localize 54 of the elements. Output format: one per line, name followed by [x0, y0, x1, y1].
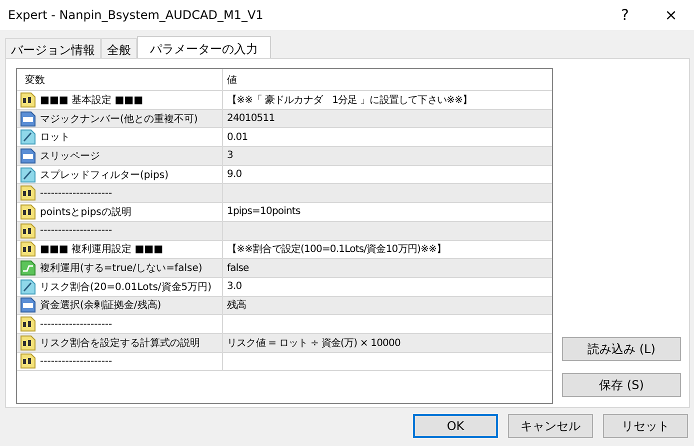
integer-type-icon: [20, 110, 36, 127]
tab[interactable]: バージョン情報: [5, 38, 101, 58]
integer-type-icon: [20, 148, 36, 164]
variable-name: リスク割合(20=0.01Lots/資金5万円): [40, 280, 212, 294]
decimal-type-icon: [20, 129, 36, 146]
variable-value: 24010511: [227, 113, 275, 124]
text-type-icon: [20, 222, 36, 239]
variable-value: 0.01: [227, 132, 248, 143]
text-type-icon: [20, 316, 36, 332]
variable-value: 1pips=10points: [227, 206, 300, 218]
variable-name: pointsとpipsの説明: [40, 206, 132, 219]
variable-value: 【※※割合で設定(100=0.1Lots/資金10万円)※※】: [227, 242, 446, 256]
variable-name: --------------------: [40, 188, 112, 199]
side-button[interactable]: 読み込み (L): [562, 337, 681, 361]
text-type-icon: [20, 185, 36, 202]
variable-value: 9.0: [227, 169, 242, 180]
variable-name: スリッページ: [40, 150, 100, 163]
dialog-button[interactable]: OK: [413, 414, 498, 438]
variable-name: --------------------: [40, 225, 112, 236]
variable-name: スプレッドフィルター(pips): [40, 168, 168, 182]
variable-name: --------------------: [40, 356, 112, 367]
decimal-type-icon: [20, 166, 36, 183]
variable-value: 【※※「 豪ドルカナダ 1分足 」に設置して下さい※※】: [227, 94, 472, 107]
dialog-button[interactable]: リセット: [603, 414, 688, 438]
column-header: 変数: [24, 74, 46, 88]
variable-value: false: [227, 262, 249, 274]
window-title: Expert - Nanpin_Bsystem_AUDCAD_M1_V1: [8, 8, 264, 22]
text-type-icon: [20, 241, 36, 258]
text-type-icon: [20, 353, 36, 370]
variable-name: 複利運用(する=true/しない=false): [40, 262, 202, 276]
variable-value: 残高: [227, 298, 246, 312]
variable-value: 3: [227, 150, 233, 162]
variable-name: --------------------: [40, 318, 112, 330]
variable-name: ■■■ 基本設定 ■■■: [40, 94, 144, 107]
tab[interactable]: 全般: [101, 38, 137, 58]
close-button[interactable]: ×: [648, 6, 694, 24]
help-button[interactable]: ?: [602, 6, 648, 24]
integer-type-icon: [20, 297, 36, 314]
variable-value: リスク値 = ロット ÷ 資金(万) × 10000: [227, 336, 400, 350]
dialog-button[interactable]: キャンセル: [508, 414, 593, 438]
text-type-icon: [20, 204, 36, 220]
variable-name: ■■■ 複利運用設定 ■■■: [40, 242, 164, 256]
variable-name: 資金選択(余剰証拠金/残高): [40, 298, 162, 312]
variable-name: マジックナンバー(他との重複不可): [40, 112, 198, 126]
decimal-type-icon: [20, 278, 36, 295]
boolean-type-icon: [20, 260, 36, 276]
variable-name: リスク割合を設定する計算式の説明: [40, 336, 200, 350]
column-header: 値: [222, 69, 552, 90]
text-type-icon: [20, 92, 36, 108]
variable-value: 3.0: [227, 281, 242, 292]
text-type-icon: [20, 334, 36, 351]
tab[interactable]: パラメーターの入力: [137, 36, 271, 58]
variable-name: ロット: [40, 131, 70, 144]
side-button[interactable]: 保存 (S): [562, 373, 681, 397]
